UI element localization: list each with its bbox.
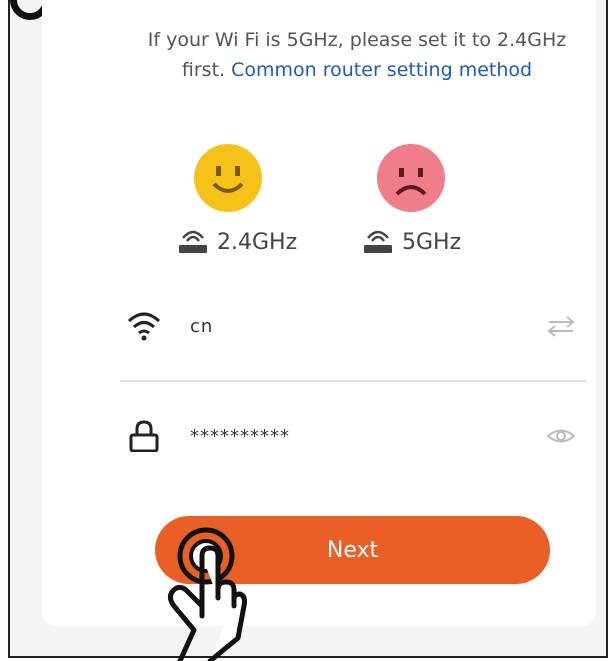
ssid-row[interactable]: cn: [120, 306, 586, 346]
next-button[interactable]: Next: [155, 516, 550, 584]
band-bad-face: [375, 142, 447, 214]
ssid-field[interactable]: cn: [190, 316, 546, 337]
frown-face-icon: [377, 144, 445, 212]
band-hint: If your Wi Fi is 5GHz, please set it to …: [132, 25, 582, 85]
password-row[interactable]: **********: [120, 416, 586, 456]
band-bad-text: 5GHz: [402, 229, 462, 255]
screen-frame: If your Wi Fi is 5GHz, please set it to …: [8, 0, 608, 658]
eye-icon[interactable]: [546, 425, 576, 447]
field-divider: [120, 380, 586, 382]
swap-icon[interactable]: [546, 315, 576, 337]
wifi-icon: [127, 312, 161, 341]
band-bad-label: 5GHz: [362, 225, 461, 259]
router-icon: [364, 230, 392, 253]
band-good-face: [192, 142, 264, 214]
band-good-label: 2.4GHz: [177, 225, 297, 259]
password-field[interactable]: **********: [190, 426, 546, 447]
router-icon: [179, 230, 207, 253]
smile-face-icon: [194, 144, 262, 212]
band-good-text: 2.4GHz: [217, 229, 298, 255]
router-setting-link[interactable]: Common router setting method: [231, 59, 532, 81]
wifi-setup-card: If your Wi Fi is 5GHz, please set it to …: [42, 0, 596, 626]
lock-icon: [129, 420, 159, 452]
